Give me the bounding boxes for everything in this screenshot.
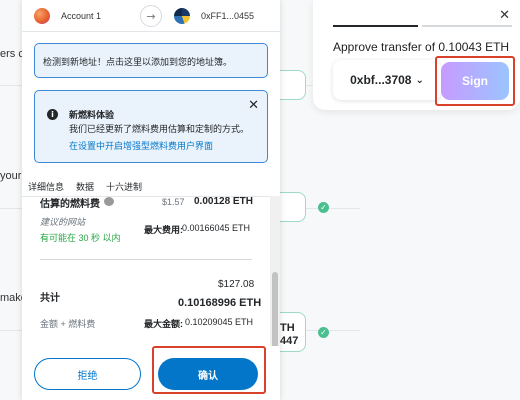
new-address-notice[interactable]: 检测到新地址！点击这里以添加到您的地址簿。 xyxy=(34,43,268,78)
account-avatar xyxy=(34,8,50,24)
action-footer: 拒绝 确认 xyxy=(22,346,280,400)
detail-tabs: 详细信息 数据 十六进制 xyxy=(22,180,280,196)
approve-card: ✕ Approve transfer of 0.10043 ETH 0xbf..… xyxy=(313,0,520,110)
destination-avatar xyxy=(174,8,190,24)
amount-plus-gas-label: 金额 + 燃料费 xyxy=(40,319,96,329)
wallet-popup: Account 1 → 0xFF1...0455 检测到新地址！点击这里以添加到… xyxy=(22,0,280,400)
bg-text-2: your xyxy=(0,170,22,182)
max-fee-label: 最大费用: xyxy=(144,225,183,235)
max-amount-value: 0.10209045 ETH xyxy=(185,317,254,327)
tab-details[interactable]: 详细信息 xyxy=(28,180,64,196)
details-scroll-area[interactable]: 估算的燃料费 $1.57 0.00128 ETH 建议的网站 有可能在 30 秒… xyxy=(22,196,280,346)
gas-fee-label: 估算的燃料费 xyxy=(40,199,100,210)
max-fee-value: 0.00166045 ETH xyxy=(182,223,251,233)
info-icon: i xyxy=(47,109,58,120)
notice-title: 新燃料体验 xyxy=(69,110,115,120)
address-label: 0xbf...3708 xyxy=(350,73,412,87)
enable-gas-ui-link[interactable]: 在设置中开启增强型燃料费用户界面 xyxy=(69,139,213,152)
tab-hex[interactable]: 十六进制 xyxy=(106,180,142,196)
account-header: Account 1 → 0xFF1...0455 xyxy=(22,0,280,32)
reject-button[interactable]: 拒绝 xyxy=(34,358,141,390)
chevron-down-icon: ⌄ xyxy=(415,74,424,86)
gas-experience-notice: i 新燃料体验 我们已经更新了燃料费用估算和定制的方式。 在设置中开启增强型燃料… xyxy=(34,90,268,163)
close-icon[interactable]: ✕ xyxy=(499,8,510,23)
sign-button[interactable]: Sign xyxy=(441,62,509,100)
account-name: Account 1 xyxy=(61,11,102,21)
divider xyxy=(40,259,252,260)
address-selector[interactable]: 0xbf...3708 ⌄ xyxy=(333,60,441,100)
gas-fee-eth: 0.00128 ETH xyxy=(194,196,253,207)
progress-step xyxy=(422,25,512,27)
max-amount-label: 最大金额: xyxy=(144,319,183,329)
check-icon: ✓ xyxy=(318,202,329,213)
progress-step-active xyxy=(333,25,418,27)
check-icon: ✓ xyxy=(318,327,329,338)
destination-address[interactable]: 0xFF1...0455 xyxy=(201,11,254,21)
likely-time-label: 有可能在 30 秒 以内 xyxy=(40,233,121,243)
bg-amount: TH 447 xyxy=(280,322,299,347)
approve-text: Approve transfer of 0.10043 ETH xyxy=(333,40,510,54)
close-icon[interactable]: ✕ xyxy=(248,98,259,113)
notice-body: 我们已经更新了燃料费用估算和定制的方式。 xyxy=(69,124,250,134)
total-usd: $127.08 xyxy=(218,279,255,290)
arrow-right-icon: → xyxy=(140,5,162,27)
total-label: 共计 xyxy=(40,293,60,304)
tab-data[interactable]: 数据 xyxy=(76,180,94,196)
total-eth: 0.10168996 ETH xyxy=(178,297,262,309)
confirm-button[interactable]: 确认 xyxy=(158,358,258,390)
gas-fee-usd: $1.57 xyxy=(162,197,185,207)
info-icon[interactable] xyxy=(104,197,114,206)
suggested-site-label: 建议的网站 xyxy=(40,217,86,227)
